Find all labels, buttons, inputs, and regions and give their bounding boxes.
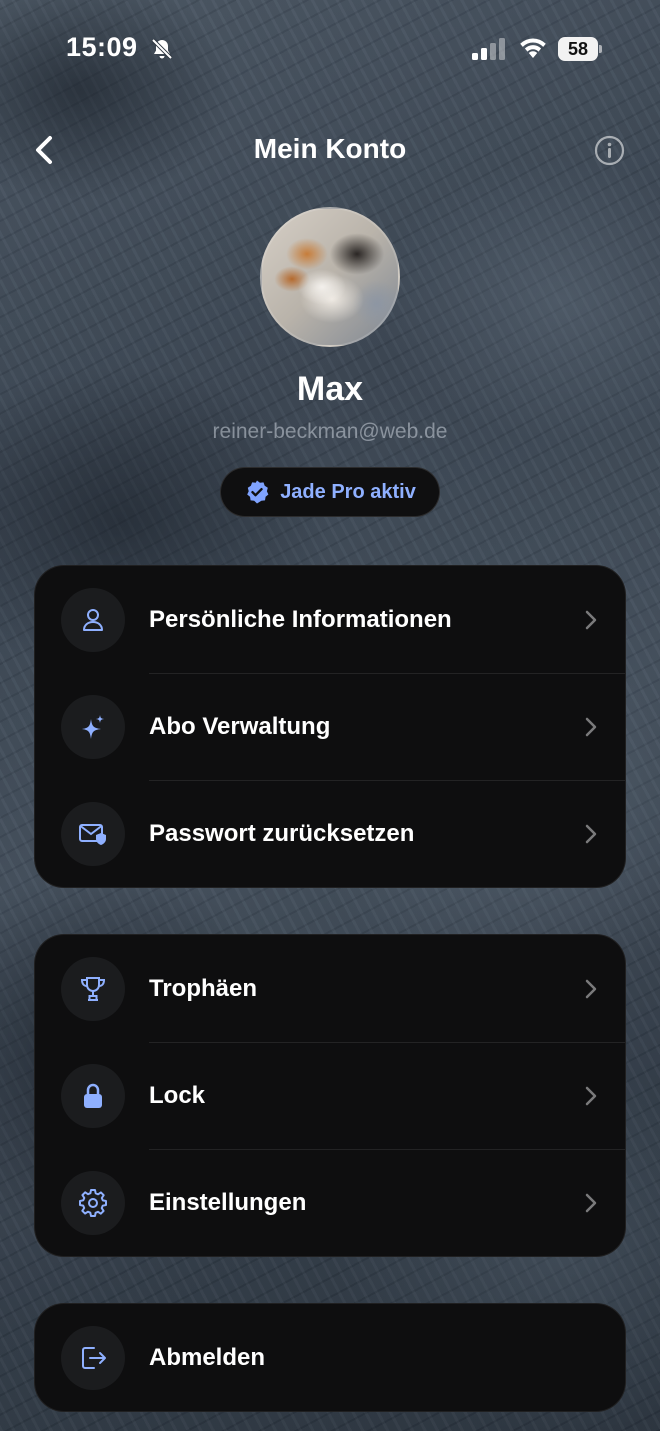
account-menu-group: Persönliche Informationen Abo Verwaltung… <box>34 565 626 888</box>
menu-item-label: Passwort zurücksetzen <box>149 819 415 847</box>
menu-item-settings[interactable]: Einstellungen <box>35 1149 625 1256</box>
sparkles-icon <box>61 694 125 759</box>
info-icon[interactable] <box>594 135 625 166</box>
logout-group: Abmelden <box>34 1303 626 1412</box>
app-menu-group: Trophäen Lock Einstellungen <box>34 934 626 1257</box>
menu-item-logout[interactable]: Abmelden <box>35 1304 625 1411</box>
cellular-signal-icon <box>472 38 505 60</box>
battery-indicator: 58 <box>558 37 602 61</box>
chevron-right-icon <box>585 979 597 998</box>
wifi-icon <box>520 38 546 58</box>
lock-icon <box>61 1063 125 1128</box>
menu-item-label: Abmelden <box>149 1343 266 1371</box>
person-icon <box>61 587 125 652</box>
avatar[interactable] <box>260 207 400 347</box>
mail-shield-icon <box>61 801 125 866</box>
battery-tip <box>599 45 602 53</box>
menu-item-label: Einstellungen <box>149 1188 307 1216</box>
menu-item-lock[interactable]: Lock <box>35 1042 625 1149</box>
chevron-right-icon <box>585 717 597 736</box>
chevron-right-icon <box>585 1086 597 1105</box>
profile-name: Max <box>296 370 364 408</box>
menu-item-subscription[interactable]: Abo Verwaltung <box>35 673 625 780</box>
subscription-badge: Jade Pro aktiv <box>220 467 440 517</box>
status-time: 15:09 <box>66 32 138 62</box>
chevron-right-icon <box>585 610 597 629</box>
menu-item-label: Abo Verwaltung <box>149 712 331 740</box>
verified-badge-icon <box>247 480 269 504</box>
menu-item-personal-info[interactable]: Persönliche Informationen <box>35 566 625 673</box>
menu-item-label: Lock <box>149 1081 206 1109</box>
menu-item-reset-password[interactable]: Passwort zurücksetzen <box>35 780 625 887</box>
menu-item-label: Trophäen <box>149 974 258 1002</box>
chevron-right-icon <box>585 1193 597 1212</box>
bell-muted-icon <box>151 38 173 60</box>
menu-item-trophies[interactable]: Trophäen <box>35 935 625 1042</box>
logout-icon <box>61 1325 125 1390</box>
gear-icon <box>61 1170 125 1235</box>
page-title: Mein Konto <box>253 133 407 164</box>
profile-email: reiner-beckman@web.de <box>212 420 448 443</box>
battery-level: 58 <box>558 37 598 61</box>
trophy-icon <box>61 956 125 1021</box>
chevron-right-icon <box>585 824 597 843</box>
menu-item-label: Persönliche Informationen <box>149 605 452 633</box>
subscription-badge-label: Jade Pro aktiv <box>280 480 416 503</box>
